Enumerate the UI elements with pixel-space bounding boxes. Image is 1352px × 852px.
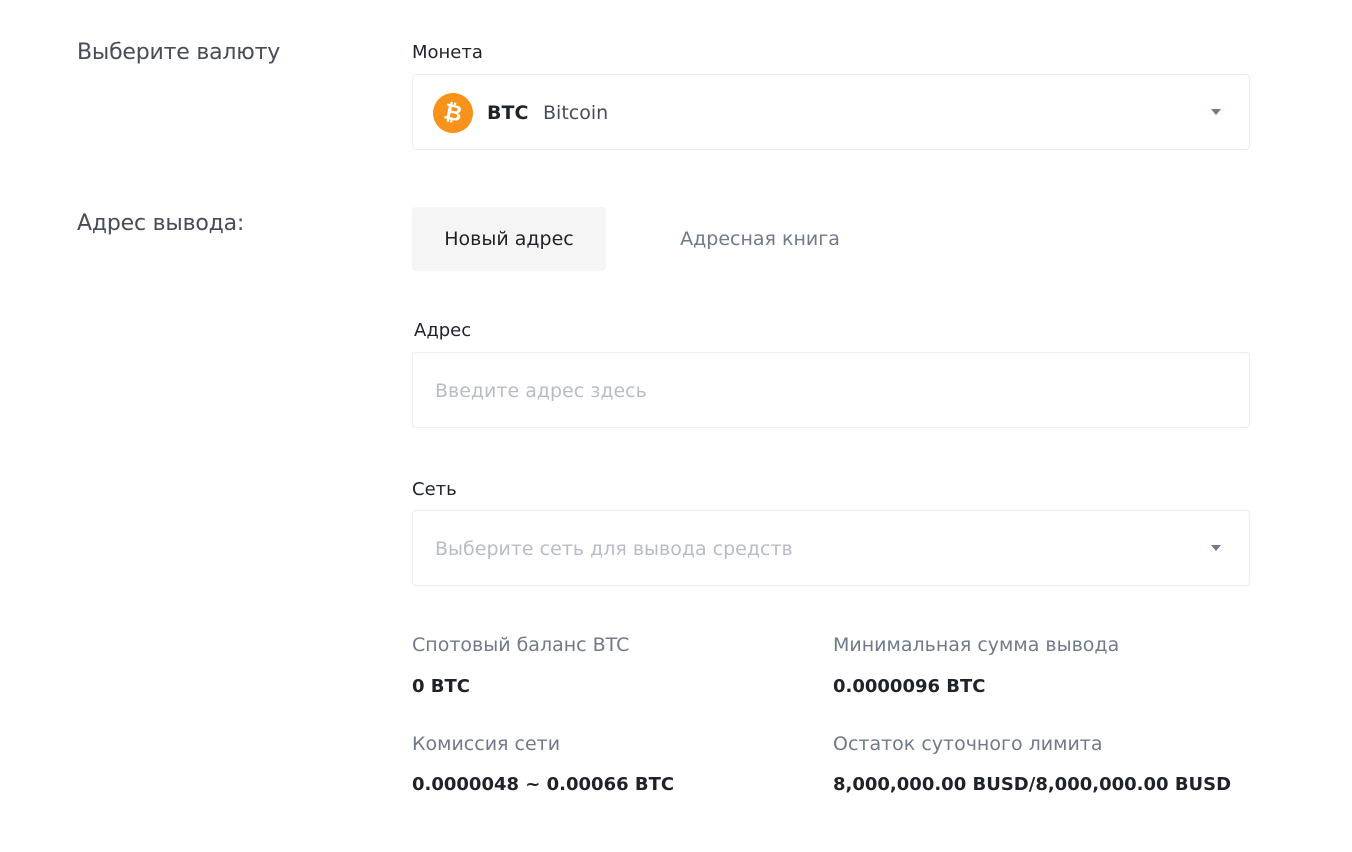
address-field-label: Адрес xyxy=(414,320,472,341)
withdraw-address-label: Адрес вывода: xyxy=(77,211,245,236)
address-input-placeholder: Введите адрес здесь xyxy=(435,380,647,402)
tab-new-address[interactable]: Новый адрес xyxy=(412,207,606,271)
network-select-placeholder: Выберите сеть для вывода средств xyxy=(435,538,793,560)
coin-field-label: Монета xyxy=(412,42,483,63)
daily-limit-label: Остаток суточного лимита xyxy=(833,733,1103,755)
spot-balance-label: Спотовый баланс BTC xyxy=(412,634,630,656)
min-withdraw-value: 0.0000096 BTC xyxy=(833,676,986,697)
chevron-down-icon xyxy=(1211,545,1221,551)
network-fee-value: 0.0000048 ~ 0.00066 BTC xyxy=(412,774,675,795)
network-field-label: Сеть xyxy=(412,479,457,500)
address-input[interactable]: Введите адрес здесь xyxy=(412,352,1250,428)
coin-select[interactable]: ₿ BTC Bitcoin xyxy=(412,74,1250,150)
spot-balance-value: 0 BTC xyxy=(412,676,470,697)
bitcoin-icon: ₿ xyxy=(429,89,477,137)
network-select[interactable]: Выберите сеть для вывода средств xyxy=(412,510,1250,586)
chevron-down-icon xyxy=(1211,109,1221,115)
network-fee-label: Комиссия сети xyxy=(412,733,561,755)
tab-address-book[interactable]: Адресная книга xyxy=(650,207,870,271)
coin-symbol: BTC xyxy=(487,102,529,124)
daily-limit-value: 8,000,000.00 BUSD/8,000,000.00 BUSD xyxy=(833,774,1232,795)
select-currency-label: Выберите валюту xyxy=(77,40,281,65)
min-withdraw-label: Минимальная сумма вывода xyxy=(833,634,1120,656)
coin-name: Bitcoin xyxy=(543,102,609,124)
